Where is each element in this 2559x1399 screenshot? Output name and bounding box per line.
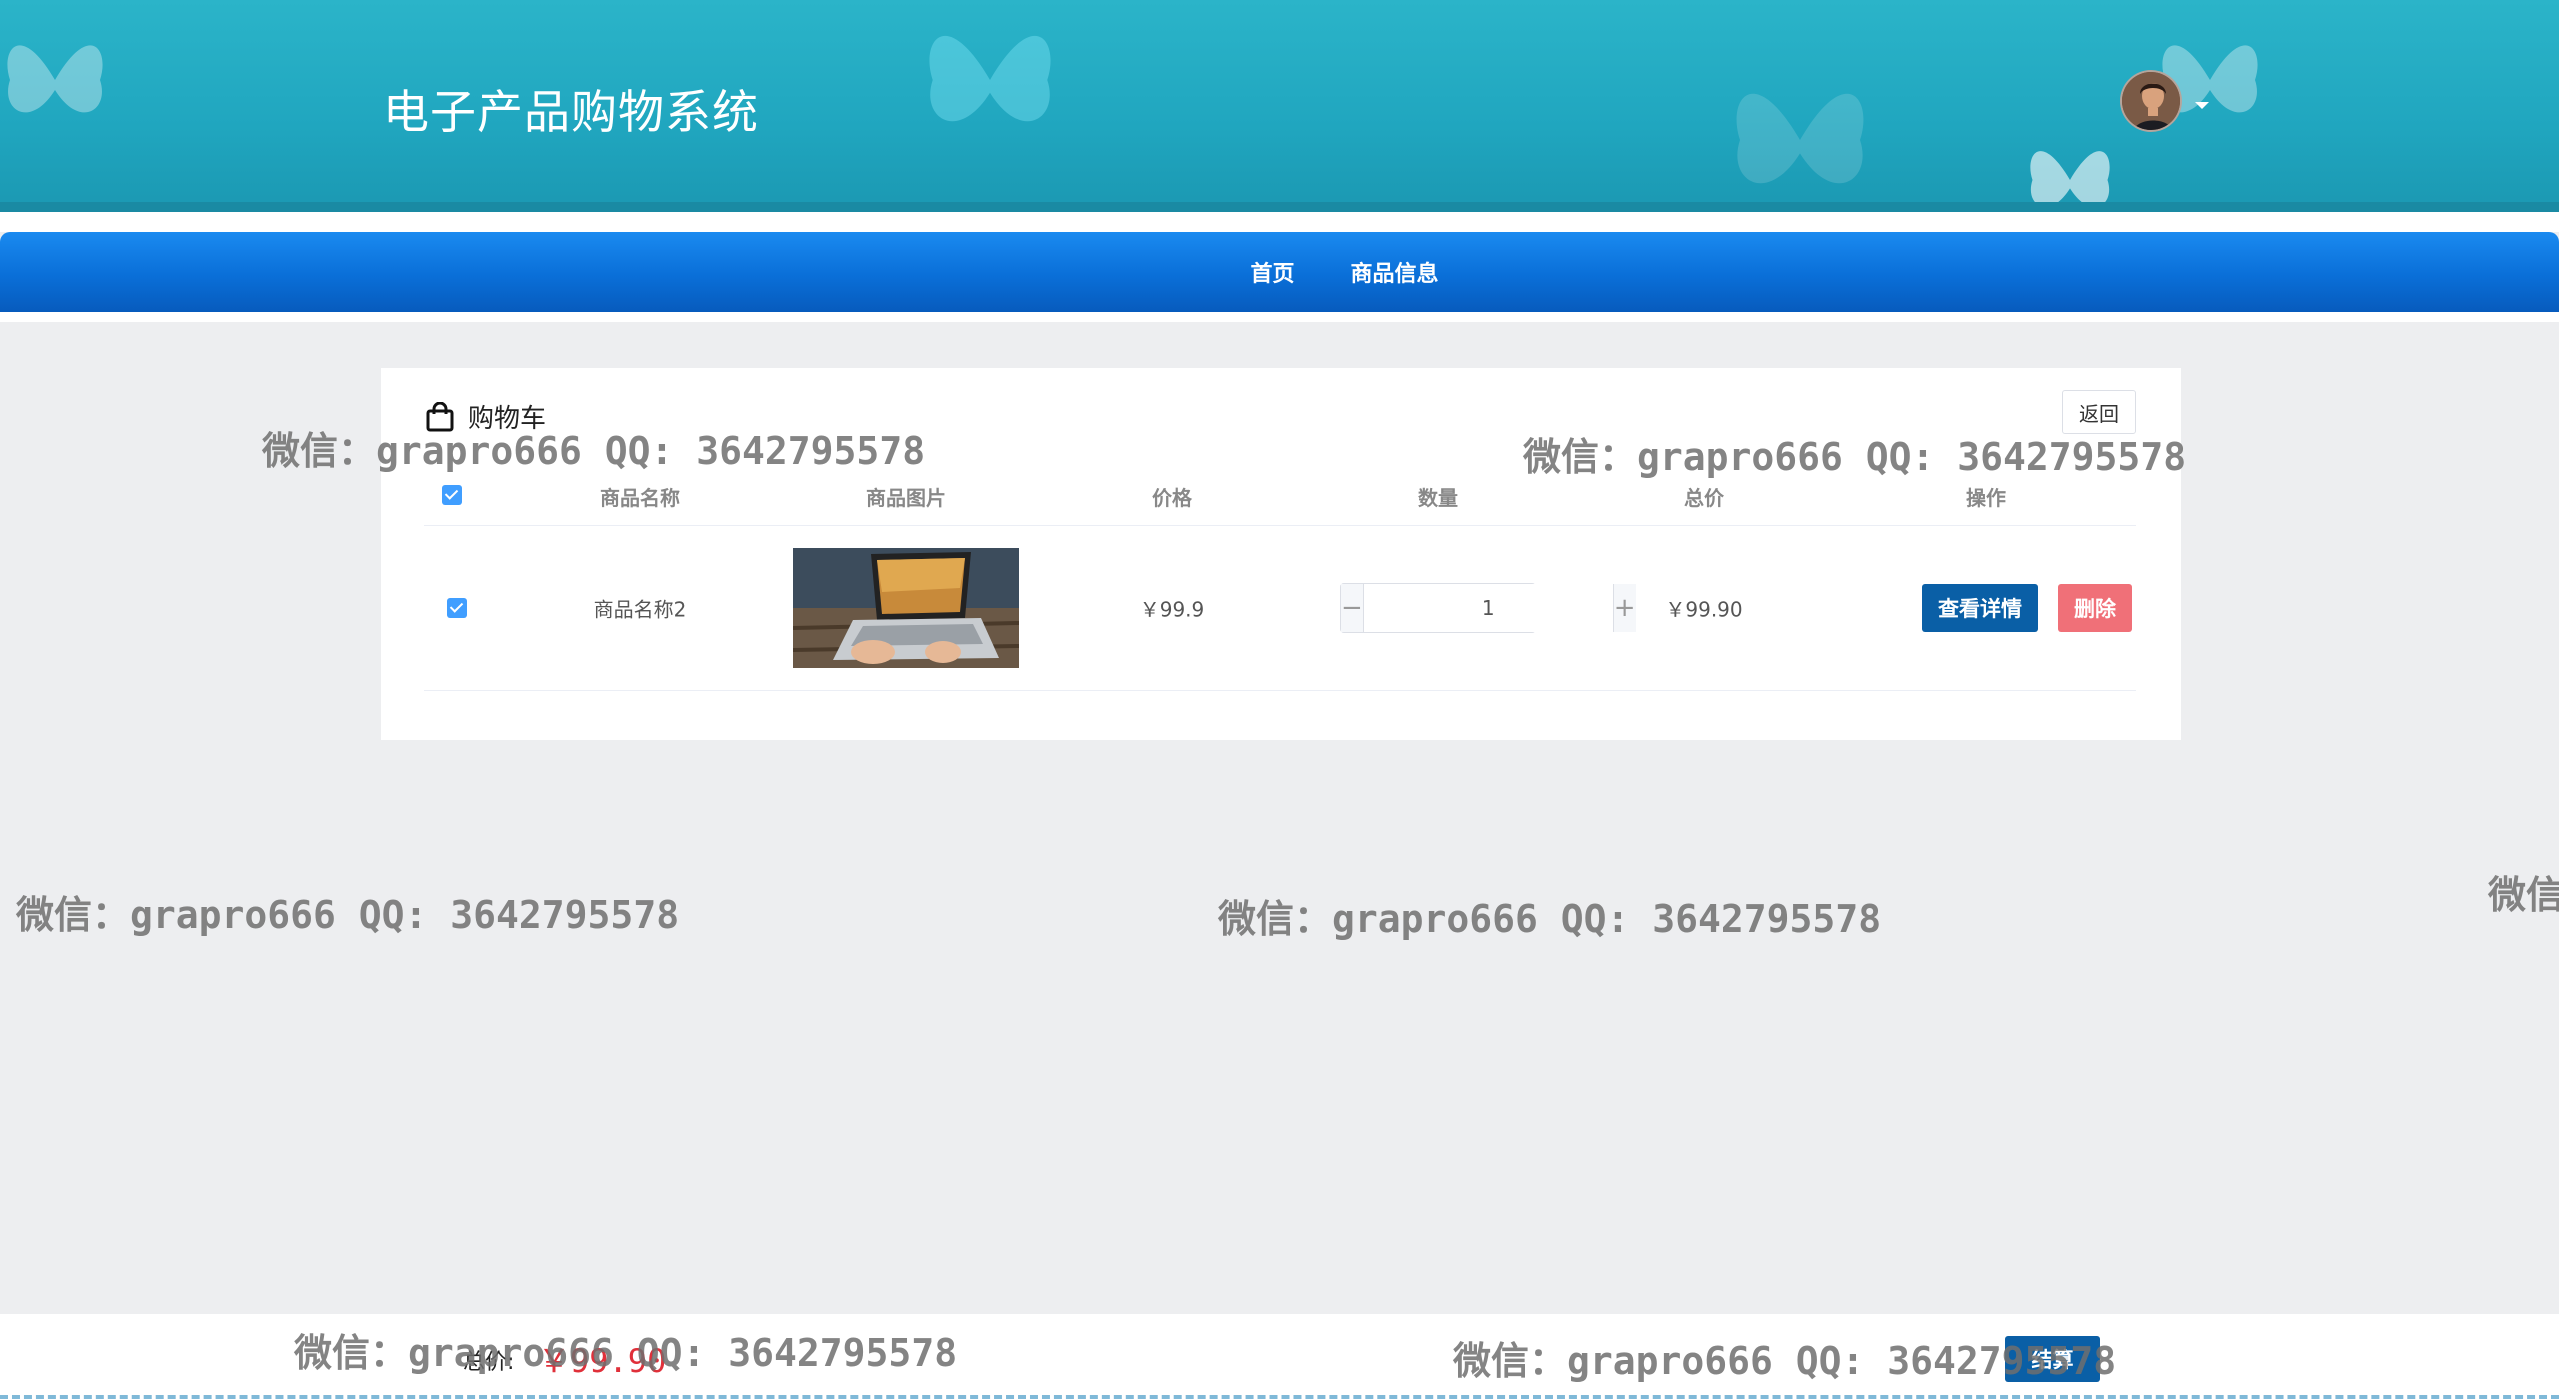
watermark: 微信: [2488, 873, 2559, 917]
site-title: 电子产品购物系统: [383, 85, 759, 139]
product-price: ￥99.9: [1139, 597, 1205, 622]
delete-button[interactable]: 删除: [2058, 584, 2132, 632]
watermark: 微信：grapro666 QQ: 3642795578: [1218, 897, 1882, 941]
nav-divider: [0, 312, 2559, 322]
view-details-button[interactable]: 查看详情: [1922, 584, 2038, 632]
butterfly-decoration-icon: [2030, 151, 2110, 207]
total-label: 总价:: [463, 1350, 515, 1375]
butterfly-decoration-icon: [929, 35, 1051, 122]
back-button[interactable]: 返回: [2062, 390, 2136, 434]
user-avatar[interactable]: [2120, 70, 2182, 132]
main-nav: 首页 商品信息: [0, 232, 2559, 312]
table-row: 商品名称2 ￥99.9 − 1 + ￥99.90 查看详情 删除: [424, 526, 2136, 691]
column-header-image: 商品图片: [866, 486, 946, 510]
total-value: ￥99.90: [538, 1342, 667, 1380]
shopping-bag-icon: [426, 401, 454, 431]
cart-header: 购物车: [426, 398, 546, 435]
watermark: 微信：grapro666 QQ: 3642795578: [16, 893, 680, 937]
product-name: 商品名称2: [593, 597, 687, 622]
nav-item-home[interactable]: 首页: [1250, 256, 1294, 288]
cart-title: 购物车: [468, 404, 547, 434]
quantity-input[interactable]: [1363, 584, 1613, 632]
nav-item-products[interactable]: 商品信息: [1351, 256, 1439, 288]
avatar-dropdown-caret-icon[interactable]: [2195, 102, 2209, 109]
cart-table: 商品名称 商品图片 价格 数量 总价 操作 商品名称2 ￥99.9 − 1 + …: [424, 464, 2136, 691]
row-checkbox[interactable]: [447, 598, 467, 618]
column-header-subtotal: 总价: [1684, 486, 1724, 510]
quantity-stepper: − +: [1340, 583, 1636, 633]
cart-panel: 购物车 返回 商品名称 商品图片 价格 数量 总价 操作 商品名称2 ￥99.9…: [381, 368, 2181, 740]
column-header-price: 价格: [1152, 486, 1192, 510]
product-subtotal: ￥99.90: [1665, 597, 1743, 622]
select-all-checkbox[interactable]: [442, 485, 462, 505]
butterfly-decoration-icon: [7, 45, 103, 113]
column-header-name: 商品名称: [600, 486, 680, 510]
butterfly-decoration-icon: [1736, 93, 1864, 184]
quantity-increase-button[interactable]: +: [1612, 584, 1636, 632]
product-image[interactable]: [793, 548, 1019, 668]
quantity-decrease-button[interactable]: −: [1341, 584, 1364, 632]
laptop-photo-icon: [793, 548, 1019, 668]
column-header-actions: 操作: [1966, 486, 2006, 510]
checkout-bar: 总价: ￥99.90 结算: [0, 1314, 2559, 1399]
header-divider: [0, 212, 2559, 232]
checkout-button[interactable]: 结算: [2005, 1336, 2100, 1382]
table-header: 商品名称 商品图片 价格 数量 总价 操作: [424, 464, 2136, 526]
site-header: 电子产品购物系统: [0, 0, 2559, 212]
column-header-quantity: 数量: [1418, 486, 1458, 510]
